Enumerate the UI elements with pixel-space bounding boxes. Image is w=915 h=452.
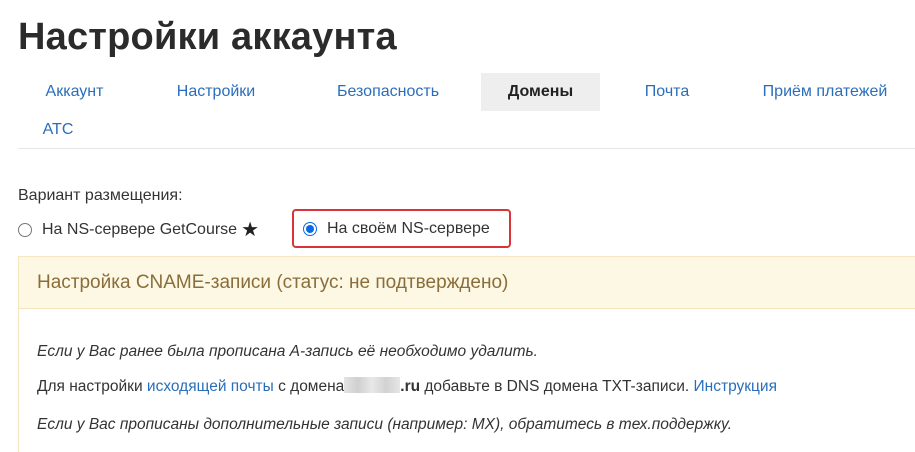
placement-label: Вариант размещения: [18,187,183,204]
radio-own-ns-label: На своём NS-сервере [327,220,490,237]
tab-account[interactable]: Аккаунт [18,73,131,111]
radio-ns-getcourse[interactable]: На NS-сервере GetCourse ★ [18,220,259,240]
mail-note-prefix: Для настройки [37,378,147,395]
radio-ns-getcourse-label: На NS-сервере GetCourse [42,221,238,238]
mail-setup-note: Для настройки исходящей почты с домена .r… [37,377,777,396]
extra-records-note: Если у Вас прописаны дополнительные запи… [37,416,733,433]
star-icon: ★ [241,219,260,241]
radio-own-ns[interactable]: На своём NS-сервере [303,220,490,238]
mail-note-middle: с домена [273,378,345,395]
mail-note-after-domain: добавьте в DNS домена TXT-записи. [420,378,694,395]
tab-payments[interactable]: Приём платежей [750,73,900,111]
settings-tabs: Аккаунт Настройки Безопасность Домены По… [18,73,915,149]
outgoing-mail-link[interactable]: исходящей почты [147,378,274,395]
radio-button-unchecked[interactable] [18,223,32,237]
cname-panel-header: Настройка CNAME-записи (статус: не подтв… [19,257,915,309]
tab-domains[interactable]: Домены [481,73,600,111]
tab-ats[interactable]: АТС [18,111,98,149]
tab-security[interactable]: Безопасность [314,73,462,111]
page-title: Настройки аккаунта [18,16,397,58]
blurred-domain [344,377,401,393]
a-record-note: Если у Вас ранее была прописана A-запись… [37,343,538,360]
tab-mail[interactable]: Почта [623,73,711,111]
cname-panel: Настройка CNAME-записи (статус: не подтв… [18,256,915,452]
domain-suffix: .ru [400,378,421,395]
tab-settings[interactable]: Настройки [156,73,276,111]
radio-button-checked[interactable] [303,222,317,236]
instruction-link[interactable]: Инструкция [694,378,777,395]
